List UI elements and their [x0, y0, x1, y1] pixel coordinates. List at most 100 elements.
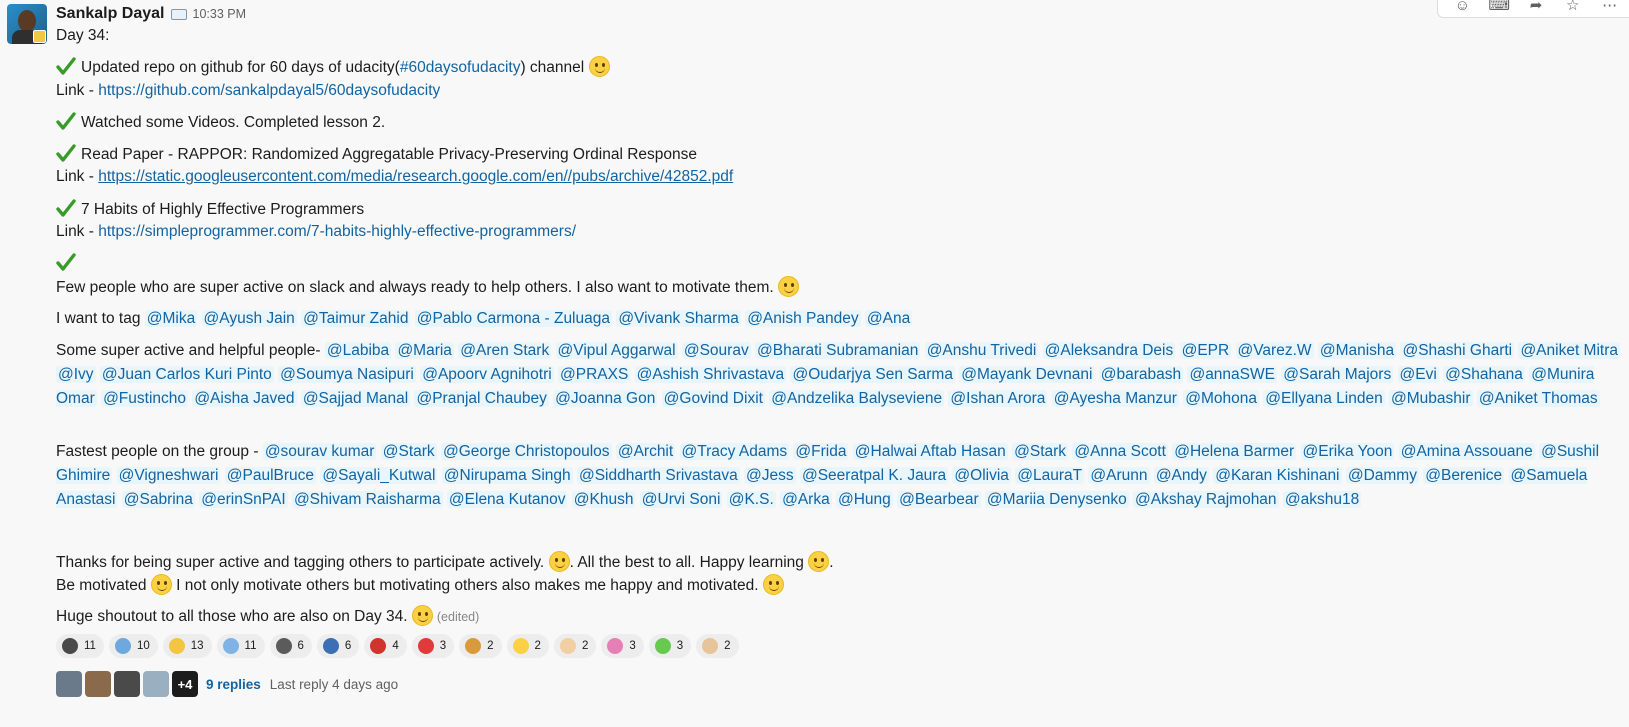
reaction-pill[interactable]: 3: [648, 634, 692, 658]
fastest-mention[interactable]: @LauraT: [1015, 467, 1085, 484]
github-link[interactable]: https://github.com/sankalpdayal5/60dayso…: [98, 82, 440, 99]
fastest-mention[interactable]: @akshu18: [1282, 491, 1362, 508]
helpful-mention[interactable]: @Aleksandra Deis: [1042, 342, 1176, 359]
fastest-mention[interactable]: @Stark: [1012, 443, 1069, 460]
helpful-mention[interactable]: @Soumya Nasipuri: [278, 366, 416, 383]
fastest-mention[interactable]: @erinSnPAI: [199, 491, 288, 508]
reply-in-thread-icon[interactable]: ⌨: [1486, 0, 1512, 16]
helpful-mention[interactable]: @Shashi Gharti: [1400, 342, 1515, 359]
fastest-mention[interactable]: @Siddharth Srivastava: [576, 467, 740, 484]
reaction-pill[interactable]: 2: [553, 634, 597, 658]
tag-mention[interactable]: @Pablo Carmona - Zuluaga: [414, 310, 612, 327]
reaction-pill[interactable]: 11: [216, 634, 265, 658]
author-avatar[interactable]: [7, 4, 47, 44]
fastest-mention[interactable]: @Bearbear: [897, 491, 981, 508]
helpful-mention[interactable]: @Mayank Devnani: [959, 366, 1095, 383]
helpful-mention[interactable]: @Bharati Subramanian: [755, 342, 921, 359]
helpful-mention[interactable]: @Sajjad Manal: [300, 390, 411, 407]
helpful-mention[interactable]: @Ellyana Linden: [1263, 390, 1385, 407]
helpful-mention[interactable]: @Ishan Arora: [948, 390, 1048, 407]
helpful-mention[interactable]: @Fustincho: [101, 390, 188, 407]
reaction-pill[interactable]: 11: [56, 634, 104, 658]
helpful-mention[interactable]: @Oudarjya Sen Sarma: [790, 366, 955, 383]
more-actions-icon[interactable]: ⋯: [1597, 0, 1623, 16]
fastest-mention[interactable]: @Seeratpal K. Jaura: [799, 467, 949, 484]
helpful-mention[interactable]: @Labiba: [324, 342, 392, 359]
helpful-mention[interactable]: @Apoorv Agnihotri: [420, 366, 554, 383]
fastest-mention[interactable]: @Halwai Aftab Hasan: [852, 443, 1008, 460]
fastest-mention[interactable]: @Sabrina: [121, 491, 195, 508]
helpful-mention[interactable]: @Aniket Mitra: [1518, 342, 1621, 359]
fastest-mention[interactable]: @Frida: [793, 443, 849, 460]
reaction-pill[interactable]: 2: [696, 634, 739, 658]
helpful-mention[interactable]: @Mubashir: [1389, 390, 1473, 407]
share-icon[interactable]: ➦: [1523, 0, 1549, 16]
fastest-mention[interactable]: @George Christopoulos: [441, 443, 612, 460]
fastest-mention[interactable]: @Helena Barmer: [1172, 443, 1297, 460]
reaction-pill[interactable]: 3: [411, 634, 455, 658]
fastest-mention[interactable]: @Akshay Rajmohan: [1133, 491, 1279, 508]
tag-mention[interactable]: @Mika: [144, 310, 198, 327]
fastest-mention[interactable]: @Hung: [836, 491, 893, 508]
fastest-mention[interactable]: @Urvi Soni: [639, 491, 723, 508]
helpful-mention[interactable]: @Joanna Gon: [553, 390, 658, 407]
helpful-mention[interactable]: @Vipul Aggarwal: [555, 342, 678, 359]
fastest-mention[interactable]: @Andy: [1153, 467, 1209, 484]
fastest-mention[interactable]: @Khush: [571, 491, 636, 508]
reaction-pill[interactable]: 13: [162, 634, 212, 658]
reaction-pill[interactable]: 3: [601, 634, 644, 658]
reaction-pill[interactable]: 6: [316, 634, 360, 658]
fastest-mention[interactable]: @Elena Kutanov: [446, 491, 568, 508]
timestamp[interactable]: 10:33 PM: [193, 7, 247, 21]
fastest-mention[interactable]: @Shivam Raisharma: [291, 491, 443, 508]
thread-replies-link[interactable]: 9 replies: [206, 677, 261, 692]
fastest-mention[interactable]: @sourav kumar: [262, 443, 377, 460]
helpful-mention[interactable]: @Aisha Javed: [192, 390, 297, 407]
thread-summary[interactable]: +4 9 replies Last reply 4 days ago: [56, 671, 398, 697]
helpful-mention[interactable]: @Ashish Shrivastava: [634, 366, 787, 383]
helpful-mention[interactable]: @Aniket Thomas: [1476, 390, 1600, 407]
helpful-mention[interactable]: @Juan Carlos Kuri Pinto: [99, 366, 274, 383]
helpful-mention[interactable]: @PRAXS: [558, 366, 631, 383]
tag-mention[interactable]: @Taimur Zahid: [301, 310, 411, 327]
fastest-mention[interactable]: @Vigneshwari: [116, 467, 221, 484]
add-reaction-icon[interactable]: ☺: [1449, 0, 1475, 16]
reaction-pill[interactable]: 2: [506, 634, 549, 658]
tag-mention[interactable]: @Ayush Jain: [201, 310, 297, 327]
fastest-mention[interactable]: @Archit: [615, 443, 676, 460]
reaction-pill[interactable]: 6: [269, 634, 312, 658]
article-link[interactable]: https://simpleprogrammer.com/7-habits-hi…: [98, 223, 576, 240]
paper-link[interactable]: https://static.googleusercontent.com/med…: [98, 168, 733, 185]
fastest-mention[interactable]: @Mariia Denysenko: [984, 491, 1129, 508]
reaction-pill[interactable]: 4: [364, 634, 407, 658]
helpful-mention[interactable]: @Sarah Majors: [1281, 366, 1394, 383]
fastest-mention[interactable]: @Karan Kishinani: [1213, 467, 1342, 484]
reaction-pill[interactable]: 2: [459, 634, 502, 658]
helpful-mention[interactable]: @Maria: [395, 342, 454, 359]
helpful-mention[interactable]: @Sourav: [681, 342, 751, 359]
helpful-mention[interactable]: @Anshu Trivedi: [924, 342, 1039, 359]
helpful-mention[interactable]: @Shahana: [1443, 366, 1525, 383]
helpful-mention[interactable]: @EPR: [1179, 342, 1232, 359]
fastest-mention[interactable]: @Erika Yoon: [1300, 443, 1395, 460]
fastest-mention[interactable]: @Amina Assouane: [1398, 443, 1535, 460]
fastest-mention[interactable]: @Jess: [744, 467, 796, 484]
fastest-mention[interactable]: @K.S.: [726, 491, 776, 508]
fastest-mention[interactable]: @Anna Scott: [1072, 443, 1168, 460]
fastest-mention[interactable]: @Olivia: [952, 467, 1011, 484]
helpful-mention[interactable]: @annaSWE: [1187, 366, 1277, 383]
helpful-mention[interactable]: @Pranjal Chaubey: [414, 390, 549, 407]
fastest-mention[interactable]: @Arka: [780, 491, 832, 508]
fastest-mention[interactable]: @Berenice: [1423, 467, 1505, 484]
fastest-mention[interactable]: @Dammy: [1345, 467, 1419, 484]
helpful-mention[interactable]: @Varez.W: [1235, 342, 1314, 359]
tag-mention[interactable]: @Vivank Sharma: [616, 310, 741, 327]
helpful-mention[interactable]: @Govind Dixit: [661, 390, 765, 407]
tag-mention[interactable]: @Anish Pandey: [745, 310, 861, 327]
fastest-mention[interactable]: @Nirupama Singh: [441, 467, 573, 484]
channel-link[interactable]: #60daysofudacity: [400, 59, 521, 76]
fastest-mention[interactable]: @Sayali_Kutwal: [320, 467, 438, 484]
helpful-mention[interactable]: @Ayesha Manzur: [1051, 390, 1179, 407]
helpful-mention[interactable]: @Manisha: [1317, 342, 1397, 359]
helpful-mention[interactable]: @Evi: [1397, 366, 1439, 383]
